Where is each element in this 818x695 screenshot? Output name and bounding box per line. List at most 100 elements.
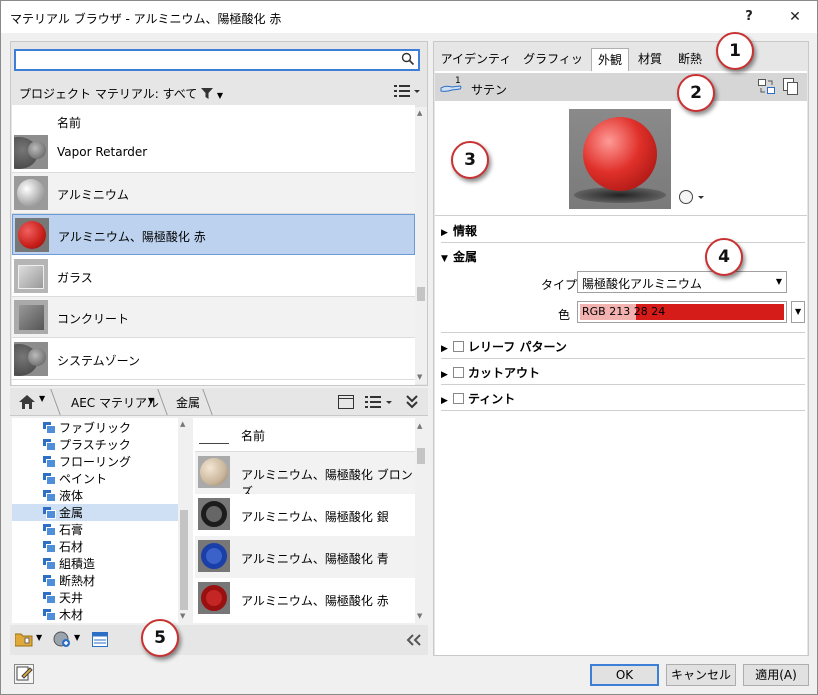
scroll-down-icon[interactable]: ▼ [180,612,185,620]
expand-triangle-icon[interactable]: ▶ [441,370,453,380]
duplicate-asset-icon[interactable] [783,78,799,98]
chevron-down-icon[interactable]: ▼ [36,633,42,642]
tree-item-label: 液体 [59,489,84,503]
list-header: 名前 [195,420,415,452]
cancel-button[interactable]: キャンセル [666,664,736,686]
home-icon[interactable] [19,395,35,412]
tree-item[interactable]: 断熱材 [43,572,95,589]
expand-triangle-icon[interactable]: ▶ [441,344,453,354]
list-view-icon[interactable] [365,395,395,412]
cutout-checkbox[interactable] [453,367,464,378]
tab-identity[interactable]: アイデンティティ [437,48,515,88]
material-name: アルミニウム [57,188,129,202]
breadcrumb-item[interactable]: AEC マテリアル [71,394,159,411]
project-filter[interactable]: プロジェクト マテリアル: すべて ▼ [19,85,223,102]
list-item[interactable]: コンクリート [12,297,415,338]
list-item[interactable]: システムゾーン [12,339,415,380]
add-material-icon[interactable] [53,631,71,651]
list-item[interactable]: アルミニウム、陽極酸化 銀 [195,494,415,536]
scroll-up-icon[interactable]: ▲ [180,420,185,428]
preview-shape-icon[interactable] [678,189,706,208]
color-options-button[interactable]: ▼ [791,301,805,323]
tab-graphics[interactable]: グラフィックス [519,48,587,88]
library-folder-icon [43,609,56,621]
filter-icon[interactable] [201,87,217,101]
material-thumbnail [198,540,230,572]
tab-physical[interactable]: 材質 [633,48,667,71]
scroll-down-icon[interactable]: ▼ [417,612,422,620]
expand-triangle-icon[interactable]: ▶ [441,228,453,238]
project-list-scrollbar[interactable]: ▲ ▼ [415,107,427,384]
material-editor-icon[interactable] [92,632,108,650]
scroll-up-icon[interactable]: ▲ [417,422,422,430]
close-button[interactable]: ✕ [775,5,815,29]
material-name: Vapor Retarder [57,145,148,159]
collapse-triangle-icon[interactable]: ▼ [441,254,453,264]
view-options-icon[interactable] [394,84,420,101]
color-value: RGB 213 28 24 [582,305,666,318]
scroll-down-icon[interactable]: ▼ [417,373,422,381]
material-thumbnail [14,342,48,376]
breadcrumb-item[interactable]: 金属 [176,394,200,411]
type-dropdown[interactable]: 陽極酸化アルミニウム ▼ [577,271,787,293]
material-name: アルミニウム、陽極酸化 青 [241,552,389,566]
tree-item[interactable]: ファブリック [43,419,131,436]
list-item[interactable]: アルミニウム、陽極酸化 赤 [195,578,415,620]
material-assets-icon[interactable] [14,664,34,687]
tree-item[interactable]: 天井 [43,589,83,606]
material-thumbnail [198,582,230,614]
library-list-scrollbar[interactable]: ▲ ▼ [415,420,427,623]
tree-item[interactable]: 液体 [43,487,83,504]
search-icon[interactable] [401,52,415,69]
help-button[interactable]: ? [729,5,769,29]
name-column-header[interactable]: 名前 [241,427,265,444]
tree-item[interactable]: プラスチック [43,436,131,453]
tab-appearance[interactable]: 外観 [591,48,629,71]
tree-item[interactable]: 石材 [43,538,83,555]
divider [441,242,805,243]
relief-pattern-checkbox[interactable] [453,341,464,352]
asset-user-count: 1 [455,76,461,86]
color-label: 色 [558,308,571,322]
tab-thermal[interactable]: 断熱 [673,48,707,71]
chevron-down-icon[interactable]: ▼ [795,307,801,316]
library-folder-icon [43,592,56,604]
list-item[interactable]: アルミニウム [12,173,415,214]
chevron-down-icon[interactable]: ▼ [776,277,782,286]
library-tree-scrollbar[interactable]: ▲ ▼ [178,418,190,623]
chevron-down-icon[interactable]: ▼ [39,394,45,403]
tint-checkbox[interactable] [453,393,464,404]
tree-item-selected[interactable]: 金属 [12,504,178,521]
expand-triangle-icon[interactable]: ▶ [441,396,453,406]
tree-item-label: 木材 [59,608,84,622]
tree-item[interactable]: 木材 [43,606,83,623]
search-input[interactable] [14,49,420,71]
scroll-thumb[interactable] [180,510,188,610]
section-metal[interactable]: ▼ 金属 [441,248,806,272]
folder-icon[interactable] [14,632,33,650]
list-item[interactable]: アルミニウム、陽極酸化 ブロンズ [195,452,415,499]
list-item[interactable]: Vapor Retarder [12,132,415,173]
scroll-up-icon[interactable]: ▲ [417,109,422,117]
material-name: システムゾーン [57,354,141,368]
scroll-thumb[interactable] [417,448,425,464]
scroll-thumb[interactable] [417,287,425,301]
list-item[interactable]: アルミニウム、陽極酸化 青 [195,536,415,578]
double-chevron-left-icon[interactable] [406,634,422,649]
apply-button[interactable]: 適用(A) [743,664,809,686]
chevron-down-icon[interactable]: ▼ [74,633,80,642]
list-item-selected[interactable]: アルミニウム、陽極酸化 赤 [12,214,415,255]
replace-asset-icon[interactable] [758,79,776,98]
list-item[interactable]: ガラス [12,256,415,297]
tree-item[interactable]: フローリング [43,453,131,470]
double-chevron-down-icon[interactable] [406,394,418,413]
ok-button[interactable]: OK [590,664,659,686]
panel-layout-icon[interactable] [338,395,354,412]
name-column-header[interactable]: 名前 [57,114,81,131]
chevron-down-icon[interactable]: ▼ [148,396,154,405]
tree-item[interactable]: 石膏 [43,521,83,538]
color-field[interactable]: RGB 213 28 24 [577,301,787,323]
tree-item[interactable]: 組積造 [43,555,95,572]
tree-item[interactable]: ペイント [43,470,107,487]
search-text-field[interactable] [16,51,396,69]
